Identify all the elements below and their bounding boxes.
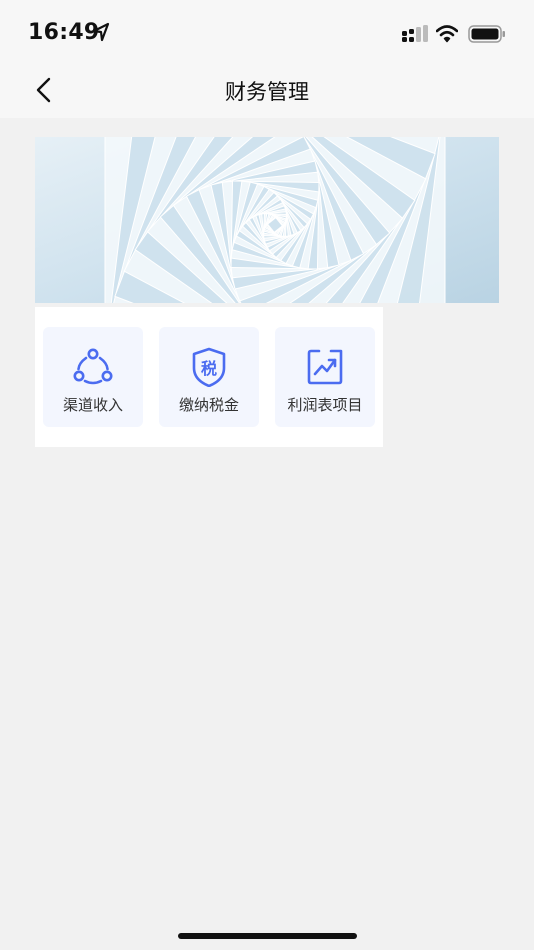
menu-item-channel-income[interactable]: 渠道收入: [43, 327, 143, 427]
home-indicator: [178, 933, 357, 939]
spiral-geometric-illustration: [35, 137, 499, 303]
share-nodes-icon: [73, 348, 113, 385]
banner-image: [35, 137, 499, 303]
status-bar: 16:49: [0, 0, 534, 62]
location-arrow-icon: [92, 22, 110, 42]
navigation-bar: 财务管理: [0, 62, 534, 118]
menu-item-profit-statement[interactable]: 利润表项目: [275, 327, 375, 427]
tax-shield-icon: 税: [192, 347, 226, 387]
menu-item-label: 渠道收入: [62, 396, 123, 414]
page-title: 财务管理: [225, 80, 309, 104]
finance-menu-card: 渠道收入 税 缴纳税金 利润表项目: [35, 307, 383, 447]
menu-item-tax-payment[interactable]: 税 缴纳税金: [159, 327, 259, 427]
menu-item-label: 利润表项目: [287, 396, 363, 414]
battery-icon: [468, 25, 505, 43]
menu-item-label: 缴纳税金: [178, 396, 239, 414]
status-time: 16:49: [28, 20, 100, 45]
cellular-signal-icon: [402, 25, 428, 42]
wifi-icon: [436, 25, 458, 43]
trend-chart-icon: [307, 349, 343, 385]
tax-icon-text: 税: [201, 359, 217, 378]
